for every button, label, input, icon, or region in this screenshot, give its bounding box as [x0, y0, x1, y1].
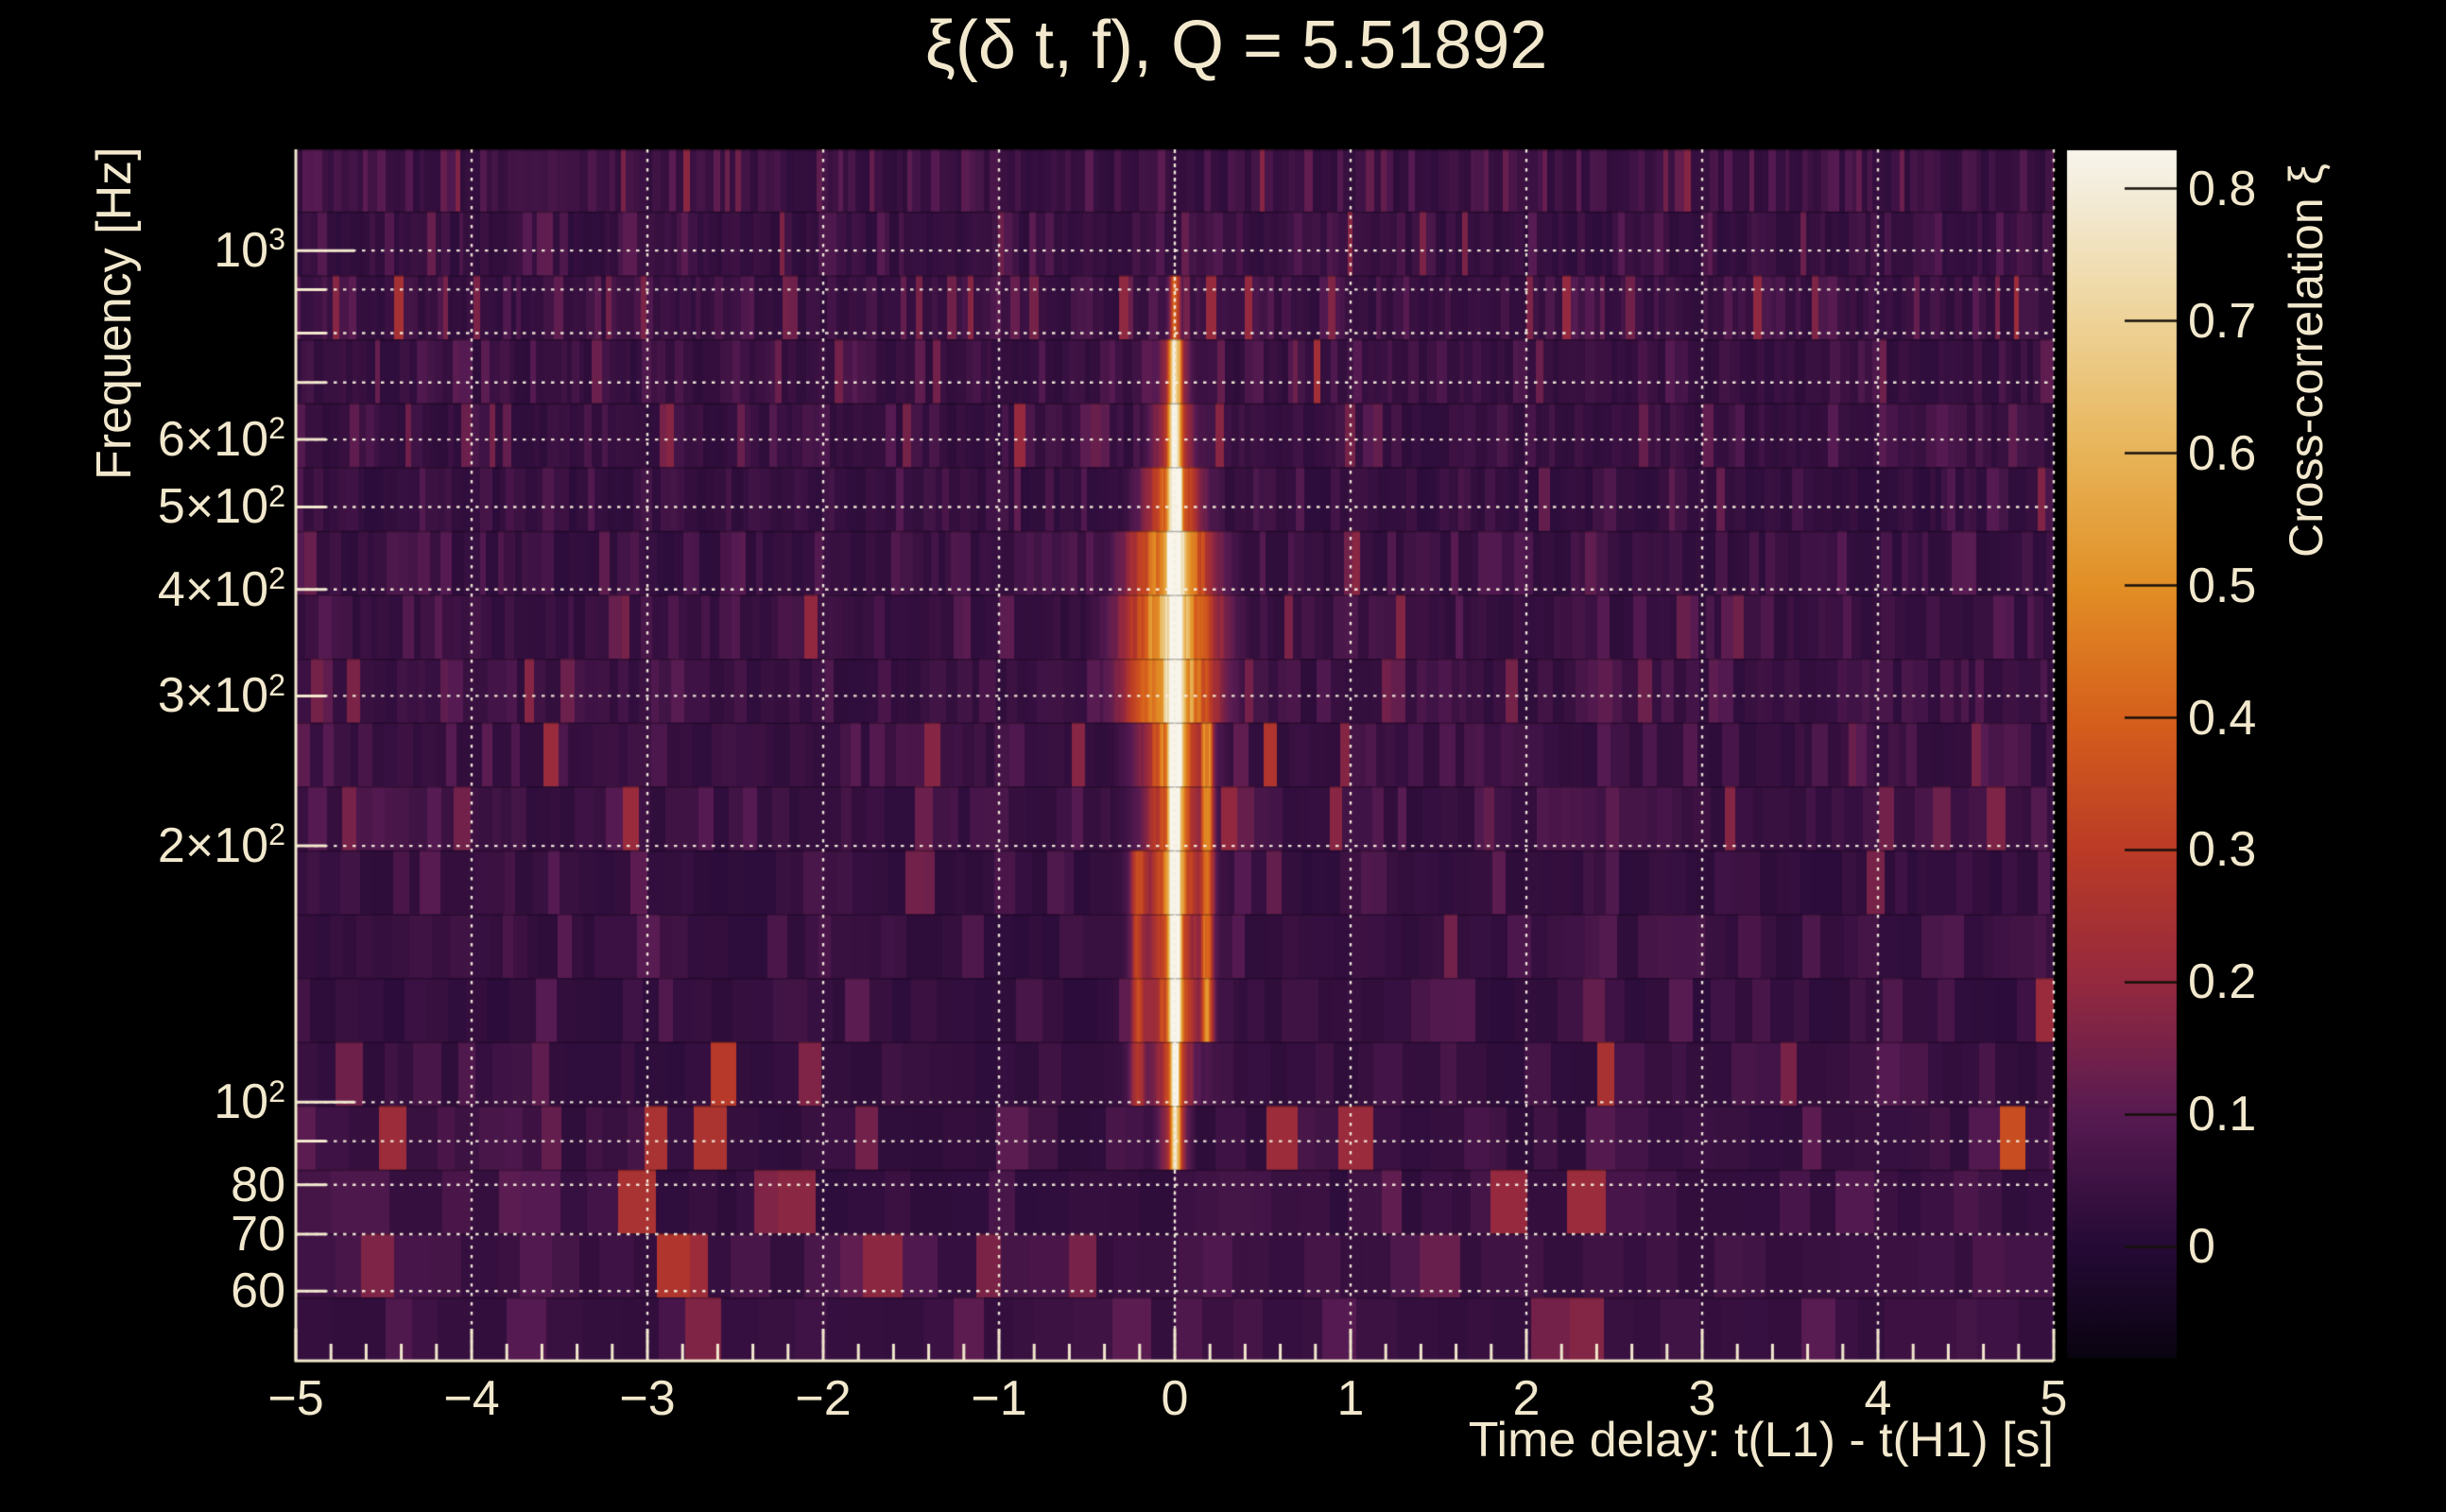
y-tick-label: 103 — [214, 222, 285, 279]
x-tick-label: −4 — [443, 1371, 500, 1426]
x-tick-label: −3 — [619, 1371, 676, 1426]
x-tick-label: −1 — [971, 1371, 1027, 1426]
x-tick-label: 0 — [1161, 1371, 1189, 1426]
colorbar-tick-label: 0.6 — [2188, 425, 2257, 481]
x-tick-label: 1 — [1336, 1371, 1365, 1426]
colorbar-tick-label: 0 — [2188, 1219, 2215, 1275]
x-tick-label: 4 — [1864, 1371, 1892, 1426]
x-tick-label: −2 — [795, 1371, 852, 1426]
colorbar-tick-label: 0.1 — [2188, 1087, 2257, 1143]
x-tick-label: −5 — [267, 1371, 324, 1426]
y-tick-label: 2×102 — [157, 817, 285, 874]
y-tick-label: 60 — [231, 1263, 285, 1319]
colorbar-title: Cross-correlation ξ — [2280, 163, 2333, 558]
colorbar-tick-label: 0.5 — [2188, 558, 2257, 613]
x-tick-label: 5 — [2040, 1371, 2068, 1426]
x-tick-label: 3 — [1688, 1371, 1716, 1426]
y-tick-label: 5×102 — [157, 478, 285, 535]
colorbar-tick-label: 0.8 — [2188, 161, 2257, 216]
cross-correlation-qscan-plot: ξ(δ t, f), Q = 5.51892 Frequency [Hz] Ti… — [0, 0, 2446, 1512]
y-tick-label: 102 — [214, 1074, 285, 1130]
x-tick-label: 2 — [1512, 1371, 1541, 1426]
y-tick-label: 6×102 — [157, 411, 285, 468]
colorbar-tick-label: 0.7 — [2188, 293, 2257, 349]
y-tick-label: 3×102 — [157, 667, 285, 724]
y-tick-label: 4×102 — [157, 561, 285, 617]
heatmap-canvas — [0, 0, 2446, 1512]
colorbar-tick-label: 0.2 — [2188, 954, 2257, 1010]
plot-title: ξ(δ t, f), Q = 5.51892 — [924, 8, 1548, 83]
colorbar-tick-label: 0.4 — [2188, 690, 2257, 746]
colorbar-tick-label: 0.3 — [2188, 822, 2257, 878]
y-tick-label: 70 — [231, 1206, 285, 1262]
